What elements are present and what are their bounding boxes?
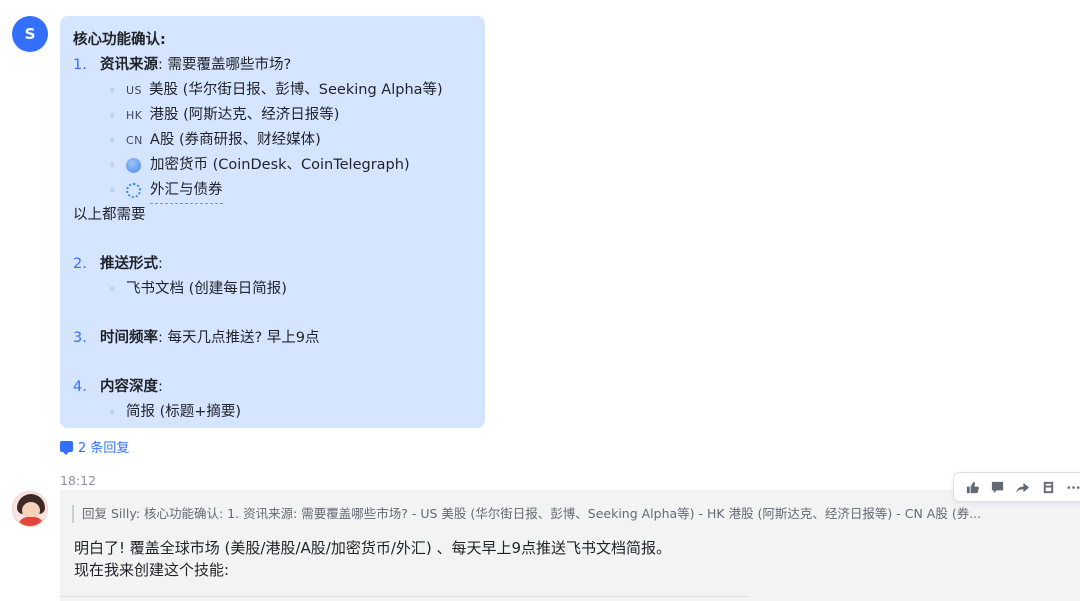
section-3-heading: 3. 时间频率 : 每天几点推送? 早上9点 <box>73 330 320 346</box>
section-1-note: 以上都需要 <box>73 207 146 223</box>
forward-icon[interactable] <box>1012 476 1034 498</box>
globe-icon <box>126 158 141 173</box>
list-item-feishu-doc: ◦ 飞书文档 (创建每日简报) <box>109 281 287 297</box>
reply-quote[interactable]: 回复 Silly: 核心功能确认: 1. 资讯来源: 需要覆盖哪些市场? - U… <box>72 505 1080 523</box>
comment-icon[interactable] <box>987 476 1009 498</box>
flag-us-icon: US <box>126 84 143 97</box>
replies-link[interactable]: 2 条回复 <box>60 437 129 456</box>
list-item-crypto: ◦ 加密货币 (CoinDesk、CoinTelegraph) <box>109 157 410 173</box>
list-item-cn: ◦ CN A股 (券商研报、财经媒体) <box>73 128 473 153</box>
section-2-heading: 2. 推送形式 : <box>73 256 163 272</box>
list-item-brief: ◦ 简报 (标题+摘要) <box>109 404 242 420</box>
message-bubble: 核心功能确认: 1. 资讯来源 : 需要覆盖哪些市场? ◦ US 美股 (华尔街… <box>60 16 485 428</box>
reply-text-line-2: 现在我来创建这个技能: <box>74 561 230 579</box>
list-item-hk: ◦ HK 港股 (阿斯达克、经济日报等) <box>73 103 473 128</box>
user-avatar[interactable]: S <box>12 16 48 52</box>
reply-text-line-1: 明白了! 覆盖全球市场 (美股/港股/A股/加密货币/外汇) 、每天早上9点推送… <box>74 539 672 557</box>
section-4-heading: 4. 内容深度 : <box>73 379 163 395</box>
flag-cn-icon: CN <box>126 134 143 147</box>
comment-icon <box>60 441 73 455</box>
message-action-toolbar <box>953 472 1080 502</box>
timestamp: 18:12 <box>60 473 97 488</box>
message-title: 核心功能确认: <box>73 32 166 48</box>
cycle-icon <box>126 183 141 198</box>
flag-hk-icon: HK <box>126 109 143 122</box>
divider <box>60 596 750 597</box>
thumbs-up-icon[interactable] <box>962 476 984 498</box>
list-item-us: ◦ US 美股 (华尔街日报、彭博、Seeking Alpha等) <box>73 78 473 103</box>
save-icon[interactable] <box>1037 476 1059 498</box>
more-icon[interactable] <box>1062 476 1080 498</box>
list-item-fx: ◦ 外汇与债券 <box>73 178 473 204</box>
bot-avatar[interactable] <box>12 491 48 527</box>
section-1-heading: 1. 资讯来源 : 需要覆盖哪些市场? <box>73 57 292 73</box>
